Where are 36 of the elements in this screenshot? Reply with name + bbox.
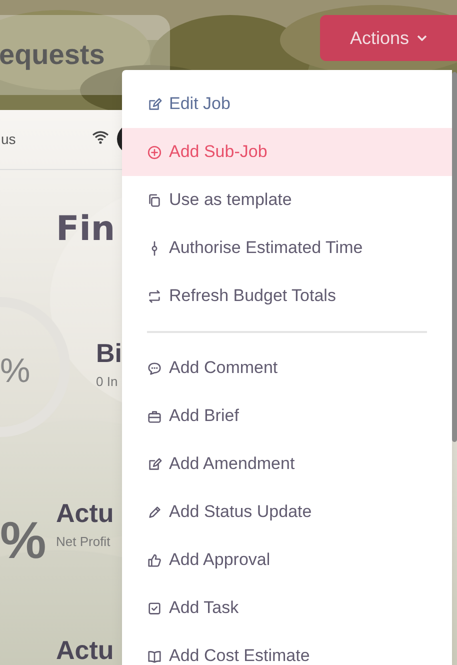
menu-item[interactable]: Add Cost Estimate (122, 632, 452, 665)
copy-icon (147, 192, 162, 208)
menu-item[interactable]: Add Status Update (122, 488, 452, 536)
metric-subtitle: 0 In (96, 373, 118, 391)
thumb-icon (147, 552, 162, 568)
comment-icon (147, 360, 162, 376)
gauge-value: % (0, 351, 30, 392)
pencil-icon (147, 504, 162, 520)
checkbox-icon (147, 600, 162, 616)
menu-item[interactable]: Add Brief (122, 392, 452, 440)
status-label: us (1, 130, 16, 149)
menu-item[interactable]: Use as template (122, 176, 452, 224)
briefcase-icon (147, 408, 162, 424)
metric-title: Actu (56, 500, 114, 526)
wifi-icon (92, 130, 109, 144)
menu-item[interactable]: Add Task (122, 584, 452, 632)
menu-item[interactable]: Add Amendment (122, 440, 452, 488)
refresh-icon (147, 288, 162, 304)
scrollbar[interactable] (452, 72, 457, 442)
chevron-icon (417, 35, 428, 41)
menu-item[interactable]: Refresh Budget Totals (122, 272, 452, 320)
metric-title: Bi (96, 340, 122, 366)
edit-icon (147, 456, 162, 472)
plus-circle-icon (147, 144, 162, 160)
page-title: equests (0, 38, 105, 72)
edit-icon (147, 96, 162, 112)
menu-item[interactable]: Add Comment (122, 344, 452, 392)
metric-title: Actu (56, 637, 114, 663)
section-heading: Fin (56, 208, 116, 251)
actions-button[interactable]: Actions (320, 15, 457, 61)
book-icon (147, 648, 162, 664)
menu-item[interactable]: Add Approval (122, 536, 452, 584)
menu-item[interactable]: Edit Job (122, 80, 452, 128)
metric-value: % (0, 515, 46, 567)
metric-subtitle: Net Profit (56, 533, 110, 551)
menu-item[interactable]: Authorise Estimated Time (122, 224, 452, 272)
